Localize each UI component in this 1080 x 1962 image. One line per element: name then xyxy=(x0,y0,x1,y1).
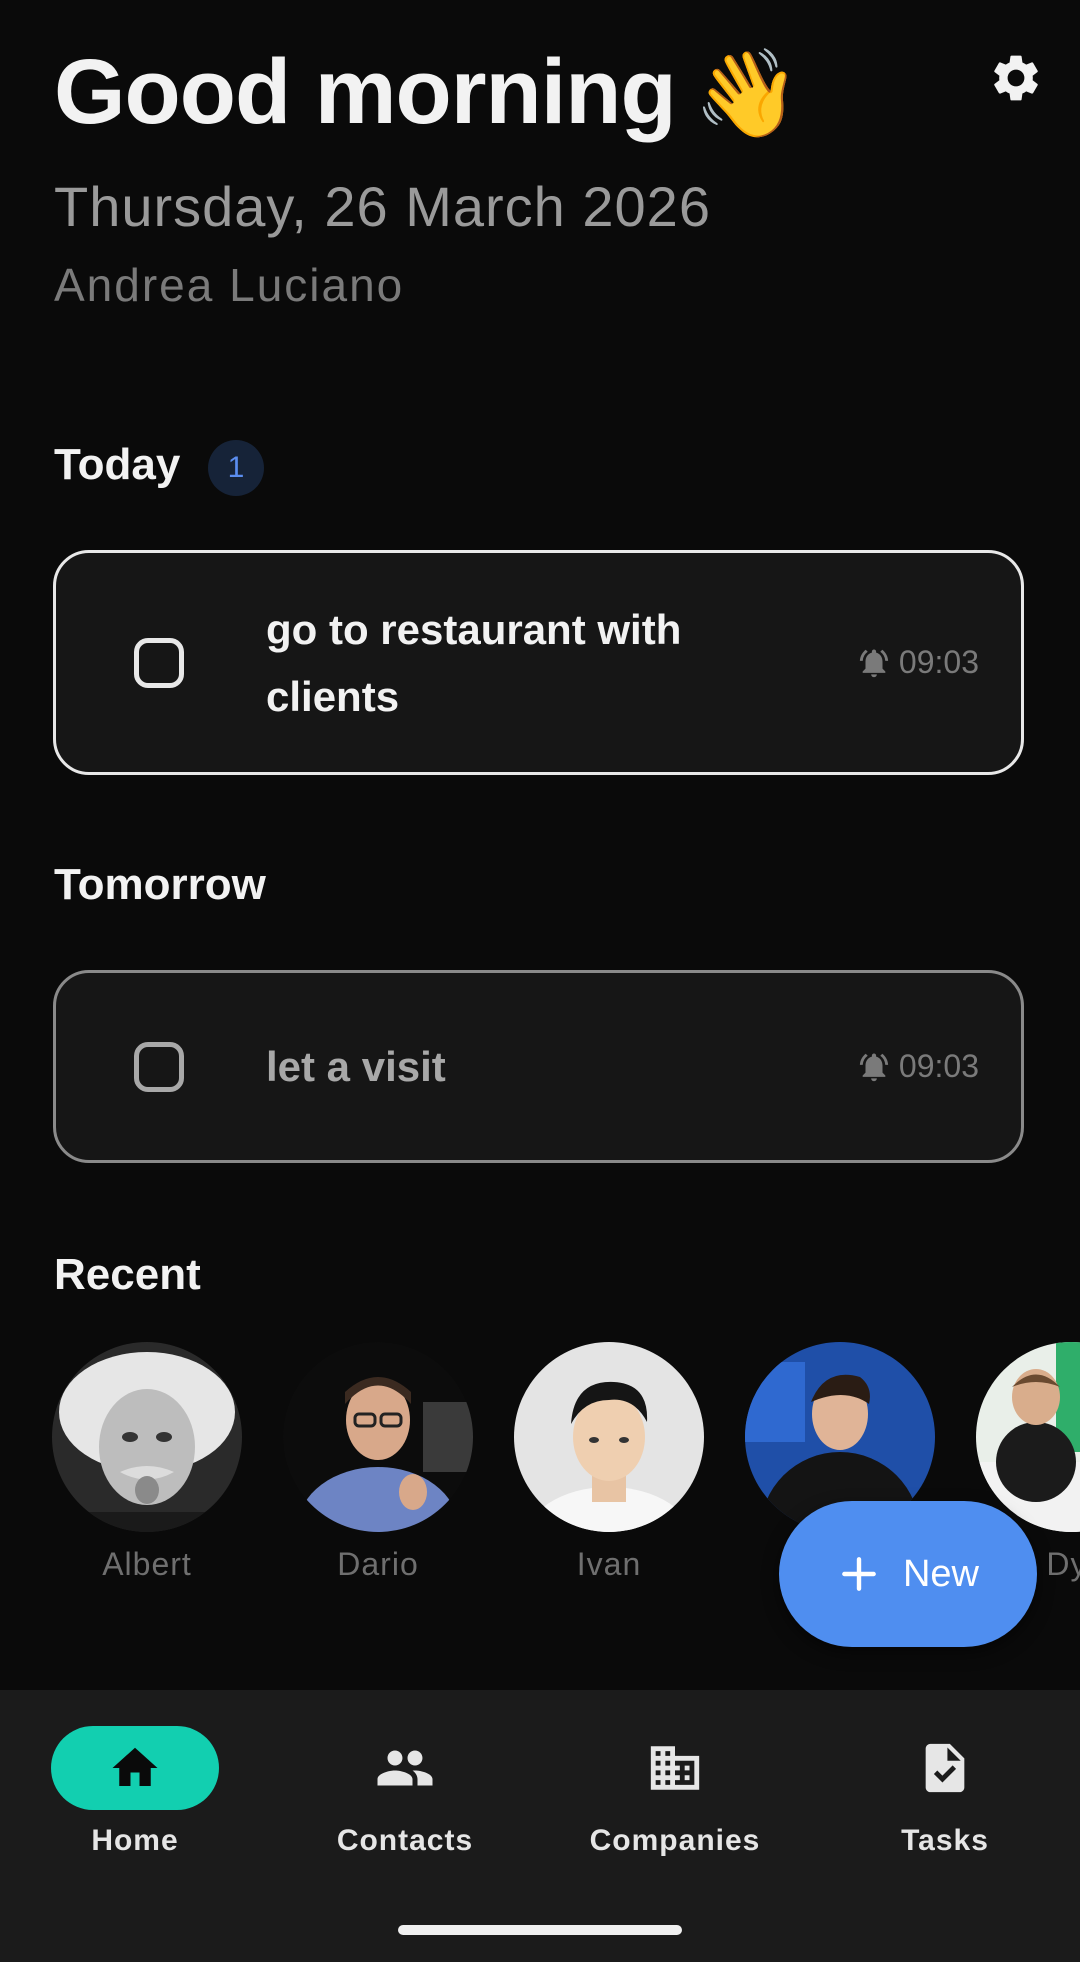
new-button[interactable]: New xyxy=(779,1501,1037,1647)
recent-contact[interactable]: Albert xyxy=(52,1342,242,1583)
task-time: 09:03 xyxy=(898,1048,979,1084)
contact-name: Albert xyxy=(102,1546,192,1582)
bell-ringing-icon xyxy=(859,1053,889,1081)
nav-label: Tasks xyxy=(901,1824,989,1857)
nav-label: Home xyxy=(91,1824,179,1857)
waving-hand-icon: 👋 xyxy=(693,46,801,142)
building-icon xyxy=(650,1746,700,1790)
task-reminder: 09:03 xyxy=(857,1048,979,1085)
section-title-recent: Recent xyxy=(54,1250,201,1299)
recent-contact[interactable]: Ivan xyxy=(514,1342,704,1583)
plus-icon xyxy=(842,1557,876,1591)
task-time: 09:03 xyxy=(898,644,979,680)
bell-ringing-icon xyxy=(859,649,889,677)
task-card[interactable]: let a visit 09:03 xyxy=(53,970,1024,1163)
people-icon xyxy=(377,1750,433,1786)
greeting-title: Good morning 👋 xyxy=(54,40,801,145)
today-count-badge: 1 xyxy=(208,440,264,496)
task-checkbox[interactable] xyxy=(134,1041,184,1092)
home-screen: Good morning 👋 Thursday, 26 March 2026 An… xyxy=(0,0,1080,1962)
home-indicator[interactable] xyxy=(398,1925,682,1935)
nav-label: Contacts xyxy=(336,1824,474,1857)
new-button-label: New xyxy=(902,1552,980,1595)
recent-contact[interactable]: Dario xyxy=(283,1342,473,1583)
section-title-today: Today xyxy=(54,440,181,489)
user-name: Andrea Luciano xyxy=(54,259,405,311)
nav-label: Companies xyxy=(589,1824,761,1857)
settings-button[interactable] xyxy=(988,50,1044,106)
nav-item-tasks[interactable]: Tasks xyxy=(810,1726,1080,1858)
nav-item-home[interactable]: Home xyxy=(0,1726,270,1858)
gear-icon xyxy=(994,55,1038,101)
current-date: Thursday, 26 March 2026 xyxy=(54,175,711,238)
task-title: let a visit xyxy=(266,1043,446,1090)
task-card[interactable]: go to restaurant with clients 09:03 xyxy=(53,550,1024,775)
contact-name: Dario xyxy=(337,1546,419,1582)
greeting-text: Good morning xyxy=(54,41,677,143)
nav-active-indicator xyxy=(51,1726,219,1810)
task-checkbox[interactable] xyxy=(134,637,184,688)
home-icon xyxy=(112,1747,158,1786)
contact-name: Ivan xyxy=(576,1546,642,1582)
avatar xyxy=(976,1342,1080,1532)
avatar xyxy=(52,1342,242,1532)
avatar xyxy=(283,1342,473,1532)
nav-item-contacts[interactable]: Contacts xyxy=(270,1726,540,1858)
bottom-nav: Home Contacts Companies Tasks xyxy=(0,1690,1080,1962)
task-reminder: 09:03 xyxy=(857,644,979,681)
nav-item-companies[interactable]: Companies xyxy=(540,1726,810,1858)
task-check-icon xyxy=(925,1743,965,1793)
task-title: go to restaurant with clients xyxy=(266,605,682,720)
section-title-tomorrow: Tomorrow xyxy=(54,860,266,909)
avatar xyxy=(514,1342,704,1532)
